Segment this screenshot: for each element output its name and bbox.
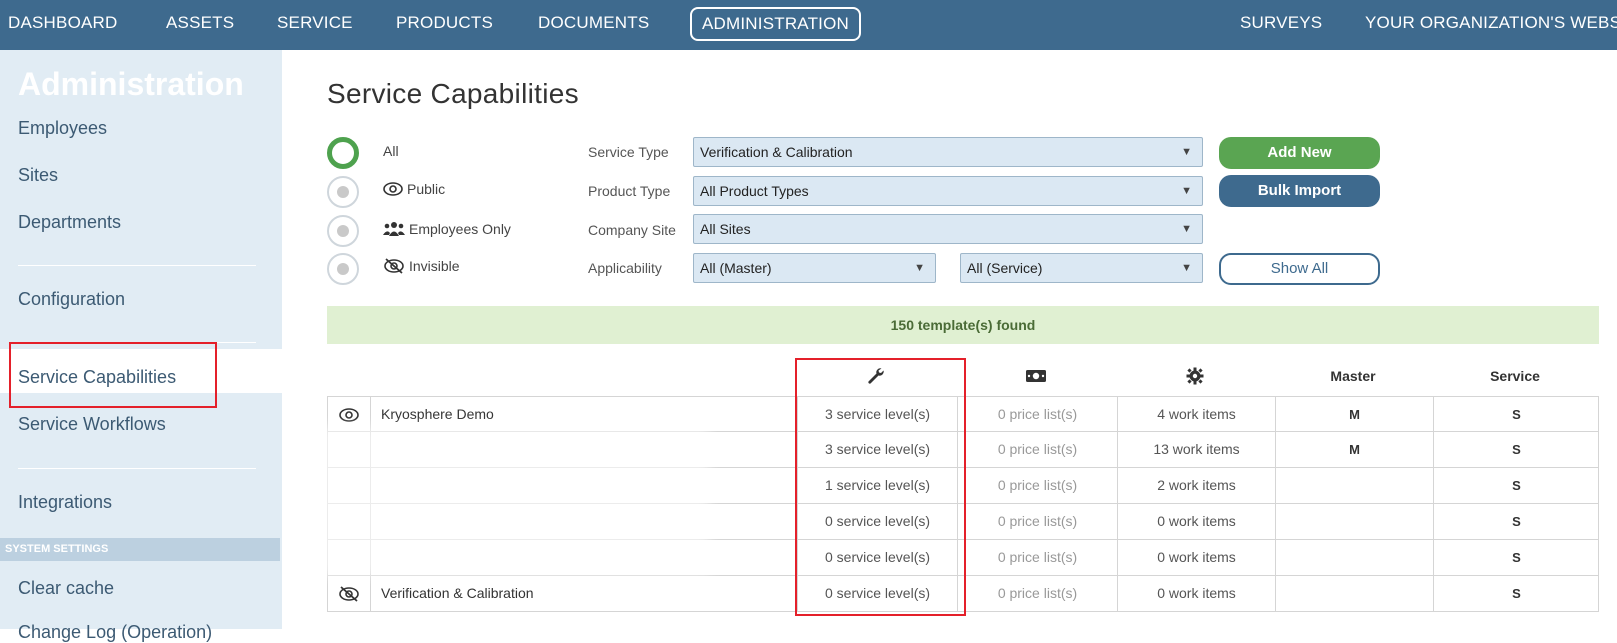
nav-service[interactable]: SERVICE (277, 0, 353, 50)
eye-slash-icon (384, 258, 404, 274)
sidebar-item-integrations[interactable]: Integrations (18, 492, 112, 513)
row-price-lists[interactable]: 0 price list(s) (957, 504, 1117, 539)
row-service: S (1433, 468, 1599, 503)
select-applicability-service[interactable]: All (Service) ▼ (960, 253, 1203, 283)
row-service: S (1433, 576, 1599, 611)
row-name[interactable]: Verification & Calibration (370, 576, 797, 611)
row-master (1275, 468, 1433, 503)
label-company-site: Company Site (588, 222, 676, 238)
sidebar-divider (18, 265, 256, 266)
nav-dashboard[interactable]: DASHBOARD (8, 0, 118, 50)
nav-documents[interactable]: DOCUMENTS (538, 0, 649, 50)
header-work-items[interactable] (1116, 363, 1274, 389)
highlight-box-service-levels (795, 358, 966, 616)
radio-employees-only[interactable] (327, 215, 359, 247)
row-work-items[interactable]: 13 work items (1117, 432, 1275, 467)
radio-label-public: Public (383, 181, 445, 197)
select-service-type[interactable]: Verification & Calibration ▼ (693, 137, 1203, 167)
row-work-items[interactable]: 2 work items (1117, 468, 1275, 503)
label-applicability: Applicability (588, 260, 662, 276)
row-master: M (1275, 432, 1433, 467)
eye-slash-icon (339, 585, 359, 602)
row-price-lists[interactable]: 0 price list(s) (957, 468, 1117, 503)
header-price-lists[interactable] (956, 363, 1116, 389)
nav-products[interactable]: PRODUCTS (396, 0, 493, 50)
radio-public[interactable] (327, 176, 359, 208)
sidebar-item-employees[interactable]: Employees (18, 118, 107, 139)
nav-administration[interactable]: ADMINISTRATION (690, 7, 861, 41)
row-price-lists[interactable]: 0 price list(s) (957, 576, 1117, 611)
show-all-button[interactable]: Show All (1219, 253, 1380, 285)
chevron-down-icon: ▼ (914, 262, 925, 274)
chevron-down-icon: ▼ (1181, 185, 1192, 197)
sidebar-item-change-log[interactable]: Change Log (Operation) (18, 622, 212, 643)
row-work-items[interactable]: 4 work items (1117, 397, 1275, 432)
select-product-type[interactable]: All Product Types ▼ (693, 176, 1203, 206)
row-price-lists[interactable]: 0 price list(s) (957, 432, 1117, 467)
eye-icon (383, 182, 403, 196)
row-master: M (1275, 397, 1433, 432)
row-work-items[interactable]: 0 work items (1117, 504, 1275, 539)
row-work-items[interactable]: 0 work items (1117, 540, 1275, 575)
row-work-items[interactable]: 0 work items (1117, 576, 1275, 611)
sidebar-item-clear-cache[interactable]: Clear cache (18, 578, 114, 599)
chevron-down-icon: ▼ (1181, 146, 1192, 158)
row-service: S (1433, 432, 1599, 467)
sidebar-item-sites[interactable]: Sites (18, 165, 58, 186)
label-product-type: Product Type (588, 183, 671, 199)
label-service-type: Service Type (588, 144, 669, 160)
sidebar-divider (18, 468, 256, 469)
sidebar-section-system-settings: SYSTEM SETTINGS (0, 538, 280, 561)
radio-label-employees-only: Employees Only (383, 221, 511, 237)
sidebar-title: Administration (18, 66, 244, 102)
add-new-button[interactable]: Add New (1219, 137, 1380, 169)
nav-organization-website[interactable]: YOUR ORGANIZATION'S WEBS (1365, 0, 1617, 50)
row-master (1275, 540, 1433, 575)
nav-assets[interactable]: ASSETS (166, 0, 234, 50)
sidebar-item-departments[interactable]: Departments (18, 212, 121, 233)
header-master[interactable]: Master (1274, 363, 1432, 389)
row-master (1275, 504, 1433, 539)
money-icon (1026, 370, 1046, 382)
radio-label-invisible: Invisible (383, 258, 460, 274)
highlight-box-sidebar (9, 342, 217, 408)
select-applicability-master[interactable]: All (Master) ▼ (693, 253, 936, 283)
page-title: Service Capabilities (327, 78, 579, 109)
radio-all[interactable] (327, 137, 359, 169)
row-price-lists[interactable]: 0 price list(s) (957, 397, 1117, 432)
select-company-site[interactable]: All Sites ▼ (693, 214, 1203, 244)
visibility-cell (328, 576, 370, 611)
gear-icon (1186, 367, 1204, 385)
header-service[interactable]: Service (1432, 363, 1598, 389)
results-count-banner: 150 template(s) found (327, 306, 1599, 344)
top-navigation: DASHBOARD ASSETS SERVICE PRODUCTS DOCUME… (0, 0, 1617, 50)
users-icon (383, 222, 405, 236)
row-price-lists[interactable]: 0 price list(s) (957, 540, 1117, 575)
nav-surveys[interactable]: SURVEYS (1240, 0, 1322, 50)
chevron-down-icon: ▼ (1181, 223, 1192, 235)
row-service: S (1433, 504, 1599, 539)
sidebar-item-service-workflows[interactable]: Service Workflows (18, 414, 166, 435)
eye-icon (339, 407, 359, 422)
sidebar-item-configuration[interactable]: Configuration (18, 289, 125, 310)
row-service: S (1433, 397, 1599, 432)
chevron-down-icon: ▼ (1181, 262, 1192, 274)
radio-invisible[interactable] (327, 253, 359, 285)
sidebar: Administration Employees Sites Departmen… (0, 50, 282, 642)
row-service: S (1433, 540, 1599, 575)
redacted-area (310, 426, 710, 576)
radio-label-all: All (383, 143, 399, 159)
row-master (1275, 576, 1433, 611)
bulk-import-button[interactable]: Bulk Import (1219, 175, 1380, 207)
